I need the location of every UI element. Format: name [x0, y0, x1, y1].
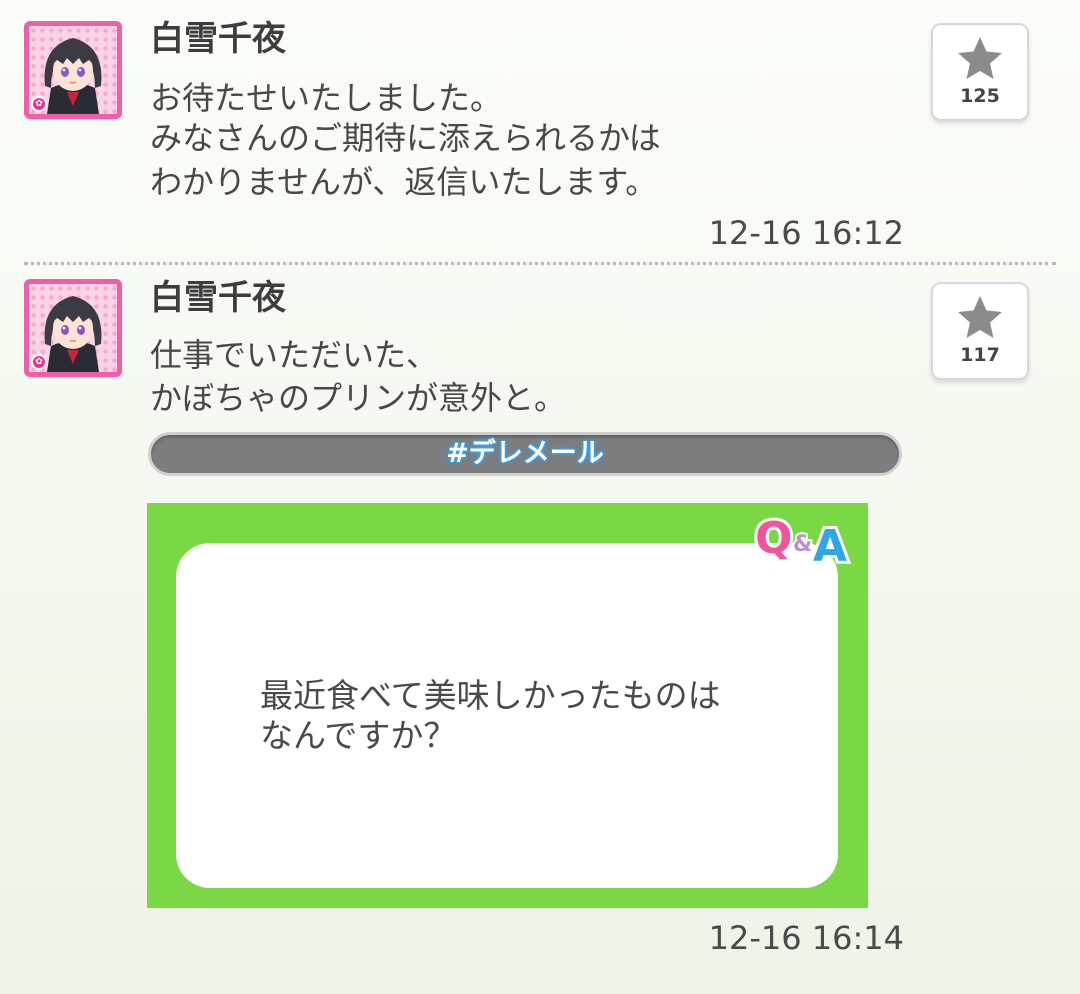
qa-card[interactable]: Q & A 最近食べて美味しかったものは なんですか？	[147, 503, 868, 908]
hashtag-label: #デレメール	[446, 438, 604, 469]
message-line: わかりませんが、返信いたします。	[150, 163, 658, 201]
qa-logo-a: A	[813, 521, 847, 571]
favorite-button[interactable]: 125	[931, 23, 1029, 121]
timestamp: 12-16 16:12	[708, 214, 904, 252]
avatar[interactable]: ✿	[24, 279, 122, 377]
post-divider	[24, 262, 1056, 265]
timestamp: 12-16 16:14	[708, 919, 904, 957]
qa-logo-amp: &	[793, 532, 812, 557]
avatar[interactable]: ✿	[24, 21, 122, 119]
message-line: かぼちゃのプリンが意外と。	[150, 379, 567, 417]
qa-logo-q: Q	[755, 513, 792, 564]
favorite-count: 125	[960, 85, 1000, 107]
qa-question-line: 最近食べて美味しかったものは	[260, 676, 721, 715]
qa-question-line: なんですか？	[260, 716, 457, 755]
message-line: お待たせいたしました。	[150, 79, 503, 117]
author-name: 白雪千夜	[150, 278, 286, 318]
message-line: みなさんのご期待に添えられるかは	[150, 119, 661, 157]
hashtag-link[interactable]: #デレメール	[148, 432, 902, 476]
qa-logo-icon: Q & A	[752, 510, 850, 571]
flower-badge-icon: ✿	[31, 96, 47, 112]
favorite-count: 117	[960, 344, 1000, 366]
star-icon	[958, 296, 1002, 338]
message-line: 仕事でいただいた、	[150, 336, 439, 374]
flower-badge-icon: ✿	[31, 354, 47, 370]
qa-question-text: 最近食べて美味しかったものは なんですか？	[260, 676, 721, 756]
author-name: 白雪千夜	[150, 19, 286, 59]
star-icon	[958, 37, 1002, 79]
favorite-button[interactable]: 117	[931, 282, 1029, 380]
